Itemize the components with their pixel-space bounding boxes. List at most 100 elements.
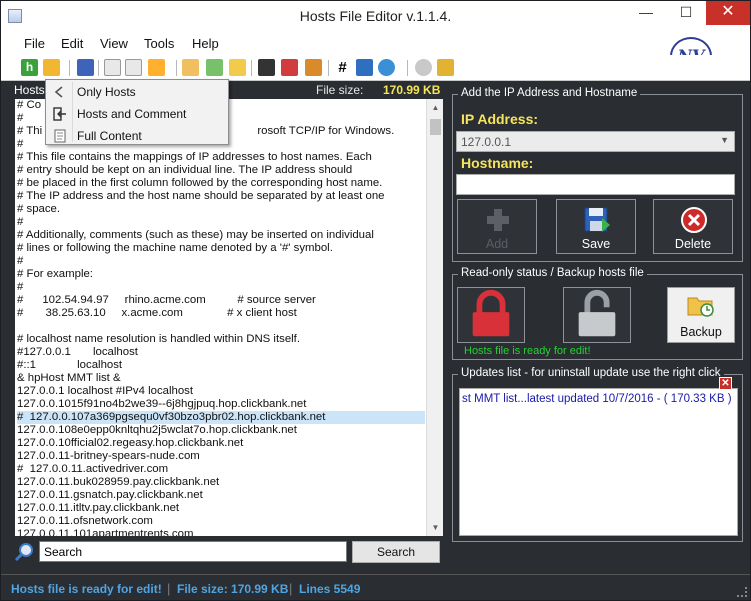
editor-line[interactable]: # [17, 216, 425, 229]
editor-line[interactable]: 127.0.0.11.ofsnetwork.com [17, 515, 425, 528]
editor-line[interactable]: # The IP address and the host name shoul… [17, 190, 425, 203]
scroll-up-icon[interactable]: ▲ [427, 99, 443, 116]
editor-line[interactable]: # For example: [17, 268, 425, 281]
add-button[interactable]: Add [457, 199, 537, 254]
print-icon[interactable] [258, 59, 275, 76]
editor-line[interactable]: # 102.54.94.97 rhino.acme.com # source s… [17, 294, 425, 307]
hostname-input[interactable] [456, 174, 735, 195]
editor-line[interactable]: 127.0.0.1015f91no4b2we39--6j8hgjpuq.hop.… [17, 398, 425, 411]
hosts-h-icon[interactable]: h [21, 59, 38, 76]
editor-line[interactable]: 127.0.0.1 localhost #IPv4 localhost [17, 385, 425, 398]
folder-icon[interactable] [229, 59, 246, 76]
save-button[interactable]: Save [556, 199, 636, 254]
editor-line[interactable]: # Additionally, comments (such as these)… [17, 229, 425, 242]
scroll-thumb[interactable] [430, 119, 441, 135]
unlocked-gray-icon [578, 289, 616, 337]
editor-line[interactable] [17, 320, 425, 333]
plus-icon [487, 209, 509, 231]
dropdown-only-hosts[interactable]: Only Hosts [46, 81, 228, 103]
editor-line[interactable]: 127.0.0.11.gsnatch.pay.clickbank.net [17, 489, 425, 502]
status-file-size: File size: 170.99 KB [177, 582, 289, 596]
menu-tools[interactable]: Tools [144, 36, 174, 51]
editor-line[interactable]: # 127.0.0.107a369pgsequ0vf30bzo3pbr02.ho… [17, 411, 425, 424]
updates-list[interactable]: st MMT list...latest updated 10/7/2016 -… [459, 388, 738, 536]
editor-line[interactable]: # space. [17, 203, 425, 216]
network-icon[interactable] [356, 59, 373, 76]
chevron-down-icon: ▼ [720, 135, 729, 145]
editor-panel: Hosts File size: 170.99 KB # Co # # Thi ro… [11, 81, 446, 569]
editor-line[interactable]: # 127.0.0.11.activedriver.com [17, 463, 425, 476]
editor-text[interactable]: # Co # # Thi rosoft TCP/IP for Windows. # # … [17, 99, 425, 536]
editor-line[interactable]: #127.0.0.1 localhost [17, 346, 425, 359]
readonly-group-title: Read-only status / Backup hosts file [458, 267, 647, 279]
scroll-down-icon[interactable]: ▼ [427, 519, 443, 536]
open-folder-icon[interactable] [43, 59, 60, 76]
updates-close-icon[interactable]: ✕ [719, 377, 732, 390]
floppy-save-icon [584, 207, 610, 232]
menu-file[interactable]: File [24, 36, 45, 51]
magnifier-icon [14, 543, 33, 562]
edit-note-icon[interactable] [182, 59, 199, 76]
lock-readonly-button[interactable] [457, 287, 525, 343]
backup-button[interactable]: Backup [667, 287, 735, 343]
editor-line[interactable]: # [17, 255, 425, 268]
editor-line[interactable]: # entry should be kept on an individual … [17, 164, 425, 177]
add-group-title: Add the IP Address and Hostname [458, 87, 641, 99]
editor-line[interactable]: 127.0.0.11-britney-spears-nude.com [17, 450, 425, 463]
delete-button[interactable]: Delete [653, 199, 733, 254]
bug-icon[interactable] [148, 59, 165, 76]
editor-line[interactable]: 127.0.0.10fficial02.regeasy.hop.clickban… [17, 437, 425, 450]
status-bar: Hosts file is ready for edit! | File siz… [1, 574, 750, 600]
minimize-button[interactable]: — [631, 1, 661, 25]
unlock-button[interactable] [563, 287, 631, 343]
hostname-label: Hostname: [461, 155, 534, 171]
close-button[interactable]: ✕ [706, 1, 750, 25]
editor-line[interactable]: 127.0.0.108e0epp0knltqhu2j5wclat7o.hop.c… [17, 424, 425, 437]
editor-line[interactable]: 127.0.0.11.101apartmentrents.com [17, 528, 425, 536]
search-row: Search [11, 538, 446, 566]
dropdown-hosts-and-comment[interactable]: Hosts and Comment [46, 103, 228, 125]
save-disk-icon[interactable] [77, 59, 94, 76]
editor-line[interactable]: # be placed in the first column followed… [17, 177, 425, 190]
title-bar: Hosts File Editor v.1.1.4. — ☐ ✕ [1, 1, 750, 31]
status-message: Hosts file is ready for edit! [11, 582, 162, 596]
editor-line[interactable]: # This file contains the mappings of IP … [17, 151, 425, 164]
toolbar: h # [1, 55, 750, 81]
editor-line[interactable]: # lines or following the machine name de… [17, 242, 425, 255]
shield-icon[interactable] [437, 59, 454, 76]
menu-edit[interactable]: Edit [61, 36, 83, 51]
editor-line[interactable]: 127.0.0.11.itltv.pay.clickbank.net [17, 502, 425, 515]
delete-page-icon[interactable] [281, 59, 298, 76]
menu-help[interactable]: Help [192, 36, 219, 51]
updates-list-item[interactable]: st MMT list...latest updated 10/7/2016 -… [462, 393, 732, 405]
add-page-icon[interactable] [206, 59, 223, 76]
editor-line[interactable]: # 38.25.63.10 x.acme.com # x client host [17, 307, 425, 320]
globe-icon[interactable] [378, 59, 395, 76]
resize-grip[interactable] [737, 587, 747, 597]
hosts-editor[interactable]: # Co # # Thi rosoft TCP/IP for Windows. # # … [15, 99, 443, 536]
file-size-label: File size: [316, 83, 364, 97]
hash-icon[interactable]: # [334, 59, 351, 76]
editor-line[interactable]: & hpHost MMT list & [17, 372, 425, 385]
maximize-button[interactable]: ☐ [671, 1, 701, 25]
ip-address-select[interactable]: 127.0.0.1 ▼ [456, 131, 735, 152]
export-arrow-icon [53, 107, 66, 121]
ip-address-label: IP Address: [461, 111, 539, 127]
editor-line[interactable]: # localhost name resolution is handled w… [17, 333, 425, 346]
view-filter-dropdown: Only Hosts Hosts and Comment Full Conten… [45, 79, 229, 145]
updates-group-title: Updates list - for uninstall update use … [458, 367, 724, 379]
editor-line[interactable]: 127.0.0.11.buk028959.pay.clickbank.net [17, 476, 425, 489]
shield-gray-icon[interactable] [415, 59, 432, 76]
search-button[interactable]: Search [352, 541, 440, 563]
locked-red-icon [472, 290, 510, 337]
copy-icon[interactable] [104, 59, 121, 76]
editor-line[interactable]: # [17, 281, 425, 294]
search-input[interactable] [39, 541, 347, 562]
editor-line[interactable]: #::1 localhost [17, 359, 425, 372]
export-icon[interactable] [305, 59, 322, 76]
editor-scrollbar[interactable]: ▲ ▼ [426, 99, 443, 536]
paste-icon[interactable] [125, 59, 142, 76]
dropdown-full-content[interactable]: Full Content [46, 125, 228, 147]
menu-bar: File Edit View Tools Help [1, 31, 750, 55]
menu-view[interactable]: View [100, 36, 128, 51]
